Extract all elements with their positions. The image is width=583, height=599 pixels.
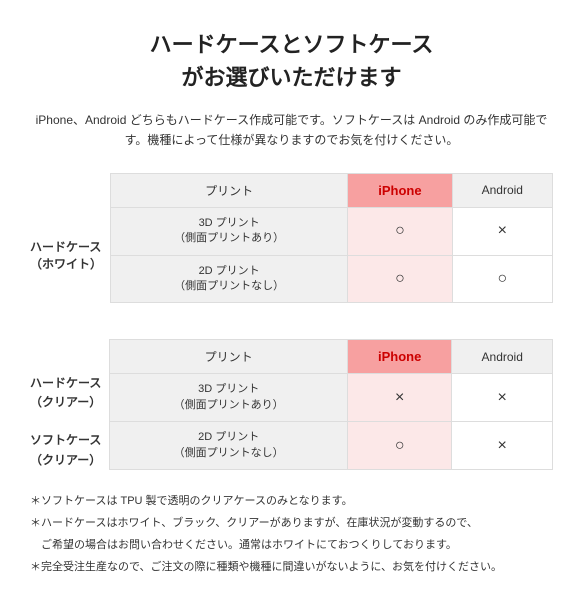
subtitle-text: iPhone、Android どちらもハードケース作成可能です。ソフトケースは … — [30, 110, 553, 151]
table1: プリント iPhone Android ハードケース（ホワイト）3D プリント（… — [30, 173, 553, 304]
col-header-print: プリント — [111, 173, 348, 207]
note-3: ＊完全受注生産なので、ご注文の際に種類や機種に間違いがないように、お気を付けくだ… — [30, 558, 553, 578]
table1-android-0: × — [452, 207, 552, 255]
table2-label-1: 2D プリント（側面プリントなし） — [110, 422, 348, 470]
table2-android-1: × — [452, 422, 553, 470]
table2: プリント iPhone Android ハードケース（クリアー）ソフトケース（ク… — [30, 339, 553, 470]
table1-section: プリント iPhone Android ハードケース（ホワイト）3D プリント（… — [30, 173, 553, 304]
table1-android-1: ○ — [452, 255, 552, 303]
table2-iphone-1: ○ — [347, 422, 451, 470]
page-title: ハードケースとソフトケース がお選びいただけます — [30, 28, 553, 94]
notes-section: ＊ソフトケースは TPU 製で透明のクリアケースのみとなります。＊ハードケースは… — [30, 492, 553, 577]
table1-label-1: 2D プリント（側面プリントなし） — [111, 255, 348, 303]
table2-section: プリント iPhone Android ハードケース（クリアー）ソフトケース（ク… — [30, 339, 553, 470]
note-2: ご希望の場合はお問い合わせください。通常はホワイトにておつくりしております。 — [30, 536, 553, 556]
table2-row-header: ハードケース（クリアー）ソフトケース（クリアー） — [30, 374, 110, 470]
col-header-iphone-1: iPhone — [348, 173, 452, 207]
note-0: ＊ソフトケースは TPU 製で透明のクリアケースのみとなります。 — [30, 492, 553, 512]
table1-iphone-1: ○ — [348, 255, 452, 303]
table1-label-0: 3D プリント（側面プリントあり） — [111, 207, 348, 255]
note-1: ＊ハードケースはホワイト、ブラック、クリアーがありますが、在庫状況が変動するので… — [30, 514, 553, 534]
col-header-iphone-2: iPhone — [347, 340, 451, 374]
main-container: ハードケースとソフトケース がお選びいただけます iPhone、Android … — [0, 0, 583, 599]
col-header-android-1: Android — [452, 173, 552, 207]
table2-android-0: × — [452, 374, 553, 422]
table1-iphone-0: ○ — [348, 207, 452, 255]
col-header-android-2: Android — [452, 340, 553, 374]
table2-label-0: 3D プリント（側面プリントあり） — [110, 374, 348, 422]
table2-iphone-0: × — [347, 374, 451, 422]
col-header-print-2: プリント — [110, 340, 348, 374]
table1-row-header: ハードケース（ホワイト） — [30, 207, 111, 303]
